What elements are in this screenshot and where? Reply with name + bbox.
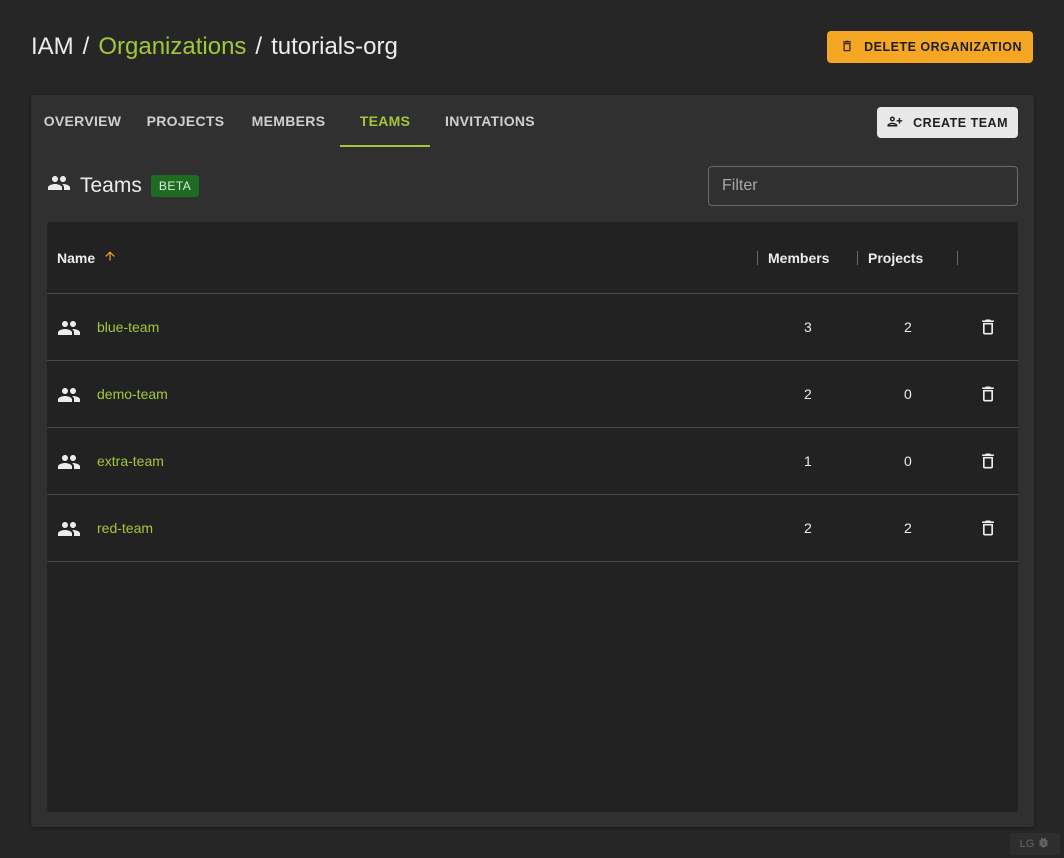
column-projects-label: Projects: [868, 249, 924, 266]
page-header: IAM / Organizations / tutorials-org DELE…: [31, 30, 1034, 64]
team-name-link[interactable]: red-team: [97, 520, 153, 536]
table-row: red-team 2 2: [47, 495, 1018, 562]
projects-count: 2: [904, 520, 912, 536]
column-header-members[interactable]: Members: [757, 250, 829, 266]
debug-badge-label: LG: [1019, 838, 1035, 850]
projects-count: 0: [904, 453, 912, 469]
members-count: 2: [804, 520, 812, 536]
members-count: 3: [804, 319, 812, 335]
column-divider: [757, 250, 758, 265]
section-header: Teams BETA: [47, 171, 200, 200]
column-divider: [857, 250, 858, 265]
column-header-projects[interactable]: Projects: [857, 250, 923, 266]
delete-organization-label: DELETE ORGANIZATION: [864, 40, 1022, 54]
team-name-link[interactable]: demo-team: [97, 386, 168, 402]
people-icon: [57, 316, 81, 340]
beta-badge: BETA: [150, 174, 200, 197]
projects-count: 0: [904, 386, 912, 402]
breadcrumb-current: tutorials-org: [271, 33, 398, 60]
team-name-link[interactable]: extra-team: [97, 453, 164, 469]
breadcrumb-separator: /: [255, 33, 263, 60]
table-row: blue-team 3 2: [47, 294, 1018, 361]
column-header-name[interactable]: Name: [57, 249, 117, 266]
trash-icon[interactable]: [978, 384, 998, 404]
tab-overview[interactable]: OVERVIEW: [31, 95, 134, 147]
people-icon: [47, 171, 71, 200]
trash-icon: [840, 39, 854, 56]
tab-projects[interactable]: PROJECTS: [134, 95, 237, 147]
projects-count: 2: [904, 319, 912, 335]
delete-organization-button[interactable]: DELETE ORGANIZATION: [827, 31, 1033, 63]
person-add-icon: [886, 113, 903, 133]
create-team-label: CREATE TEAM: [913, 115, 1008, 130]
tab-members[interactable]: MEMBERS: [237, 95, 340, 147]
trash-icon[interactable]: [978, 518, 998, 538]
table-row: extra-team 1 0: [47, 428, 1018, 495]
breadcrumb-separator: /: [82, 33, 90, 60]
members-count: 1: [804, 453, 812, 469]
breadcrumb-iam: IAM: [31, 33, 74, 60]
tab-bar: OVERVIEW PROJECTS MEMBERS TEAMS INVITATI…: [31, 95, 550, 147]
debug-badge[interactable]: LG: [1010, 833, 1060, 855]
breadcrumb-organizations-link[interactable]: Organizations: [98, 33, 246, 61]
trash-icon[interactable]: [978, 317, 998, 337]
table-header: Name Members Projects: [47, 222, 1018, 294]
people-icon: [57, 517, 81, 541]
bug-icon: [1037, 836, 1050, 852]
members-count: 2: [804, 386, 812, 402]
tab-invitations[interactable]: INVITATIONS: [430, 95, 550, 147]
breadcrumb: IAM / Organizations / tutorials-org: [31, 33, 398, 61]
section-title: Teams: [80, 173, 142, 197]
create-team-button[interactable]: CREATE TEAM: [877, 107, 1018, 138]
table-row: demo-team 2 0: [47, 361, 1018, 428]
team-name-link[interactable]: blue-team: [97, 319, 159, 335]
trash-icon[interactable]: [978, 451, 998, 471]
column-members-label: Members: [768, 249, 830, 266]
people-icon: [57, 383, 81, 407]
organization-panel: OVERVIEW PROJECTS MEMBERS TEAMS INVITATI…: [31, 95, 1034, 827]
column-divider: [957, 250, 958, 265]
people-icon: [57, 450, 81, 474]
arrow-up-icon: [103, 249, 117, 266]
column-name-label: Name: [57, 249, 96, 266]
teams-table: Name Members Projects blue-team 3 2 demo…: [47, 222, 1018, 812]
tab-teams[interactable]: TEAMS: [340, 95, 430, 147]
filter-input[interactable]: [708, 166, 1018, 206]
